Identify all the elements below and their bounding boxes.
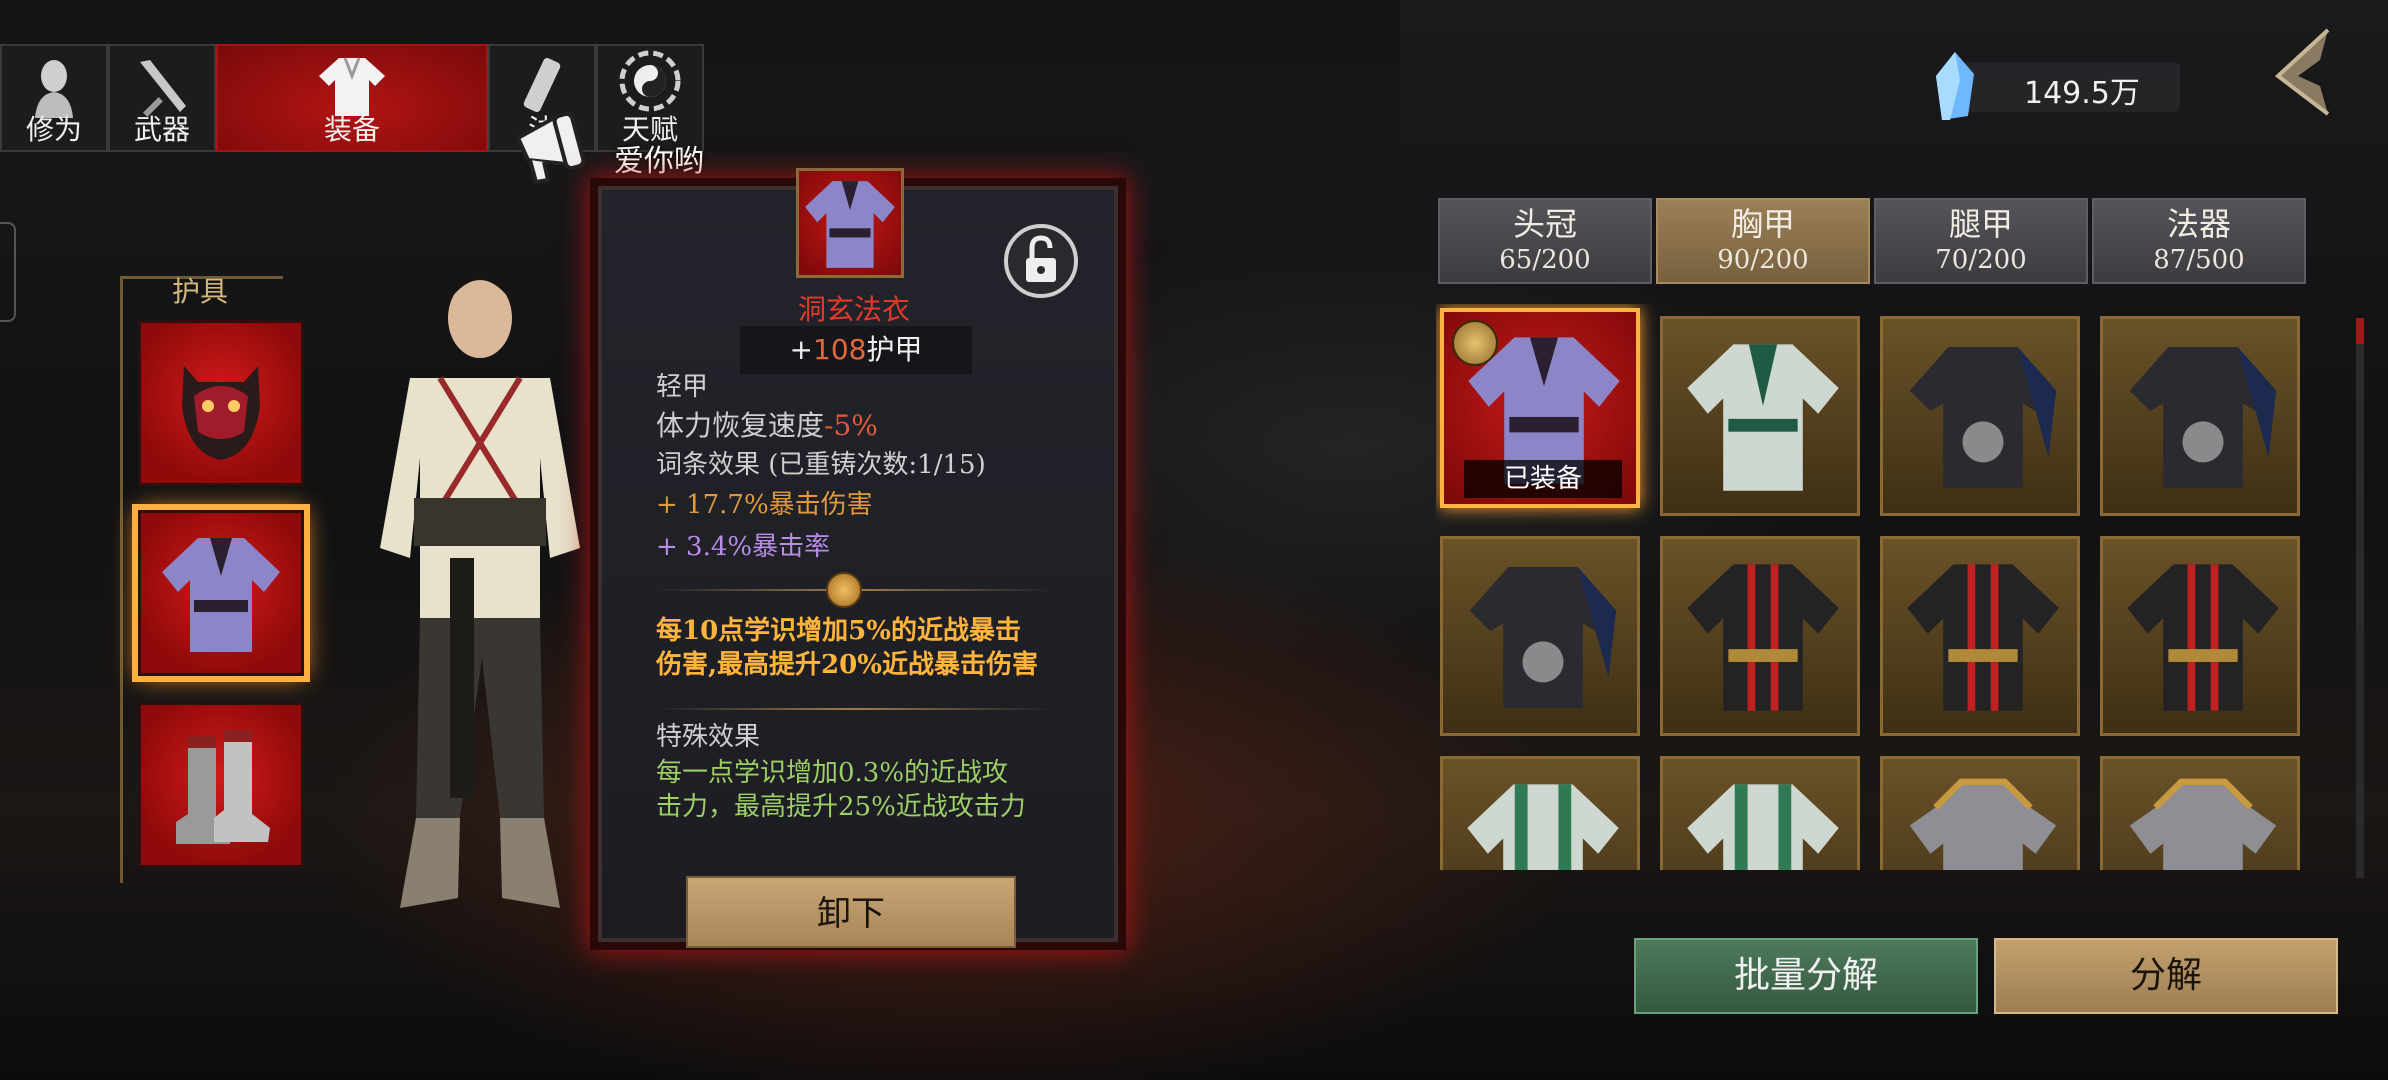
megaphone-icon (515, 111, 586, 185)
inventory-item[interactable] (1880, 756, 2080, 870)
category-name: 胸甲 (1730, 205, 1795, 243)
tab-label: 武器 (133, 113, 190, 146)
category-name: 法器 (2166, 205, 2231, 243)
category-count: 65/200 (1499, 245, 1591, 275)
tab-label: 装备 (323, 113, 380, 146)
side-drawer-handle[interactable] (0, 222, 16, 322)
inventory-item[interactable] (2100, 756, 2300, 870)
category-name: 腿甲 (1948, 205, 2013, 243)
inventory-item[interactable] (1440, 756, 1640, 870)
batch-decompose-button[interactable]: 批量分解 (1634, 938, 1978, 1014)
back-arrow-icon[interactable] (2258, 26, 2350, 118)
affix-title: 词条效果 (656, 450, 761, 480)
black-red-robe-icon (1687, 564, 1839, 711)
inventory-item[interactable] (1660, 316, 1860, 516)
stat-value: -5% (824, 409, 878, 442)
slot-helmet[interactable] (138, 320, 304, 486)
inventory-item[interactable] (1880, 316, 2080, 516)
inventory-item[interactable] (1880, 536, 2080, 736)
inventory-item[interactable] (2100, 536, 2300, 736)
tab-label: 修为 (25, 113, 82, 146)
category-tab-helmet[interactable]: 头冠 65/200 (1438, 198, 1652, 284)
armor-stat: +108护甲 (740, 326, 972, 374)
inventory-grid[interactable]: 已装备 (1436, 304, 2306, 870)
watermark-text: 爱你哟 (614, 144, 704, 179)
category-count: 87/500 (2153, 245, 2245, 275)
set-emblem-icon (826, 572, 862, 608)
scrollbar-thumb[interactable] (2356, 318, 2364, 344)
affix-header: 词条效果 (已重铸次数:1/15) (656, 444, 986, 481)
item-name: 洞玄法衣 (797, 293, 910, 326)
category-count: 70/200 (1935, 245, 2027, 275)
demon-mask-icon (182, 366, 260, 460)
armored-boots-icon (176, 730, 270, 844)
green-robe-icon (1467, 784, 1619, 870)
armor-label: 护甲 (866, 333, 923, 366)
category-tab-chest[interactable]: 胸甲 90/200 (1656, 198, 1870, 284)
unequip-button[interactable]: 卸下 (686, 876, 1016, 948)
affix-crit-rate: + 3.4%暴击率 (656, 532, 831, 562)
slot-chest[interactable] (132, 504, 310, 682)
detail-item-icon-frame (796, 168, 904, 278)
purple-robe-icon (162, 538, 280, 652)
tab-weapon[interactable]: 武器 (108, 44, 216, 152)
unlock-icon (1026, 235, 1056, 282)
currency-display: 149.5万 (1936, 52, 2180, 120)
category-name: 头冠 (1512, 205, 1577, 243)
armor-value: 108 (813, 333, 867, 366)
character-model (380, 278, 580, 908)
special-title: 特殊效果 (656, 722, 761, 752)
green-robe-icon (1687, 784, 1839, 870)
purple-robe-icon (805, 181, 895, 268)
yinyang-badge-icon (1452, 320, 1498, 366)
inventory-item[interactable]: 已装备 (1440, 308, 1640, 508)
tab-cultivation[interactable]: 修为 (0, 44, 108, 152)
set-effect-line-1: 每10点学识增加5%的近战暴击 (656, 616, 1021, 646)
inventory-item[interactable] (1660, 536, 1860, 736)
tab-equipment[interactable]: 装备 (216, 44, 488, 152)
section-divider (656, 708, 1052, 710)
crystal-icon (1936, 52, 1974, 120)
inventory-item[interactable] (1660, 756, 1860, 870)
black-skull-armor-icon (1469, 566, 1617, 709)
inventory-item[interactable] (2100, 316, 2300, 516)
affix-crit-damage: + 17.7%暴击伤害 (656, 490, 873, 520)
armor-type: 轻甲 (656, 372, 709, 402)
special-effect-line-1: 每一点学识增加0.3%的近战攻 (656, 758, 1009, 788)
slots-title: 护具 (171, 275, 228, 308)
slot-boots[interactable] (138, 702, 304, 868)
inventory-item[interactable] (1440, 536, 1640, 736)
green-robe-icon (1687, 344, 1839, 491)
black-skull-armor-icon (2129, 346, 2277, 489)
currency-value: 149.5万 (2024, 76, 2140, 111)
lock-toggle[interactable] (1004, 224, 1078, 298)
special-effect-line-2: 击力，最高提升25%近战攻击力 (656, 792, 1026, 822)
black-red-robe-icon (1907, 564, 2059, 711)
overlay-watermark: 爱你哟 (508, 94, 728, 190)
black-red-robe-icon (2127, 564, 2279, 711)
category-tab-legs[interactable]: 腿甲 70/200 (1874, 198, 2088, 284)
decompose-button[interactable]: 分解 (1994, 938, 2338, 1014)
steel-armor-icon (2129, 778, 2277, 870)
affix-note: (已重铸次数:1/15) (768, 450, 986, 480)
inventory-scrollbar[interactable] (2356, 318, 2364, 878)
category-count: 90/200 (1717, 245, 1809, 275)
steel-armor-icon (1909, 778, 2057, 870)
armor-prefix: + (789, 333, 813, 366)
stat-label: 体力恢复速度 (656, 409, 825, 442)
base-stat: 体力恢复速度-5% (656, 404, 878, 444)
equipped-tag: 已装备 (1464, 460, 1622, 498)
black-skull-armor-icon (1909, 346, 2057, 489)
set-effect-line-2: 伤害,最高提升20%近战暴击伤害 (656, 650, 1038, 680)
category-tab-artifact[interactable]: 法器 87/500 (2092, 198, 2306, 284)
